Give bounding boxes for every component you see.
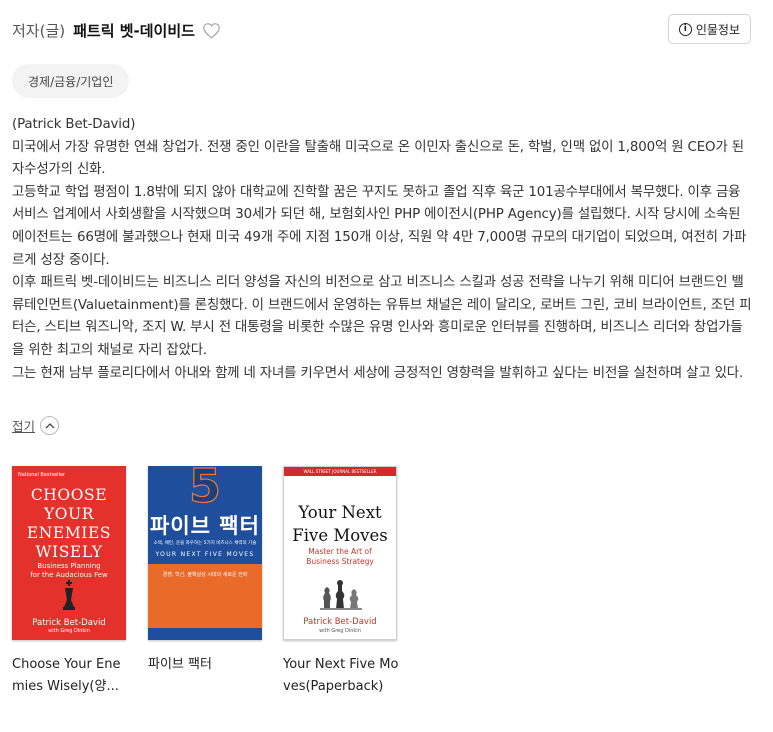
chevron-up-icon	[40, 416, 60, 435]
book-item[interactable]: National Bestseller CHOOSE YOUR ENEMIES …	[12, 466, 128, 698]
cover-title-line: YOUR	[43, 505, 95, 523]
chess-king-icon	[63, 580, 75, 610]
cover-title: CHOOSE YOUR ENEMIES WISELY	[12, 486, 126, 562]
cover-subtitle: Business Planning for the Audacious Few	[12, 562, 126, 580]
cover-coauthor: with Greg Dinkin	[319, 628, 361, 634]
book-title[interactable]: 파이브 팩터	[148, 654, 264, 676]
cover-badge: National Bestseller	[18, 472, 66, 478]
cover-title-line: Your Next	[298, 503, 382, 522]
bio-paragraph: 미국에서 가장 유명한 연쇄 창업가. 전쟁 중인 이란을 탈출해 미국으로 온…	[12, 139, 744, 178]
cover-number: 5	[188, 466, 221, 513]
cover-subtitle: Master the Art of Business Strategy	[284, 547, 396, 567]
cover-blurb: 경쟁, 혁신, 불확실성 시대의 새로운 전략	[162, 572, 248, 578]
cover-title-line: CHOOSE	[30, 486, 108, 504]
book-title[interactable]: Choose Your Enemies Wisely(양...	[12, 654, 128, 698]
book-title[interactable]: Your Next Five Moves(Paperback)	[283, 654, 399, 698]
bio-paragraph: 그는 현재 남부 플로리다에서 아내와 함께 네 자녀를 키우면서 세상에 긍정…	[12, 365, 744, 381]
author-header: 저자(글) 패트릭 벳-데이비드 i 인물정보	[12, 14, 751, 46]
chess-pieces-icon	[320, 580, 362, 610]
cover-title: 파이브 팩터	[150, 514, 260, 538]
category-tag[interactable]: 경제/금융/기업인	[12, 64, 130, 98]
cover-coauthor: with Greg Dinkin	[48, 628, 90, 634]
author-role: 저자(글)	[12, 21, 66, 40]
person-info-label: 인물정보	[695, 22, 740, 37]
book-cover[interactable]: 5 파이브 팩터 소택, 패턴, 운을 좌우하는 5가지 비즈니스 체력의 기술…	[148, 466, 262, 640]
cover-subtitle-line: Business Planning	[37, 562, 101, 570]
cover-subtitle-line: Business Strategy	[306, 557, 374, 566]
person-info-button[interactable]: i 인물정보	[667, 14, 751, 44]
cover-title-line: WISELY	[35, 543, 103, 561]
book-cover[interactable]: WALL STREET JOURNAL BESTSELLER Your Next…	[283, 466, 397, 640]
cover-title: Your Next Five Moves	[284, 501, 396, 547]
cover-title-en: YOUR NEXT FIVE MOVES	[155, 551, 255, 558]
bio-paragraph: (Patrick Bet-David)	[12, 117, 136, 132]
book-item[interactable]: WALL STREET JOURNAL BESTSELLER Your Next…	[283, 466, 399, 698]
cover-band: 경쟁, 혁신, 불확실성 시대의 새로운 전략	[148, 564, 262, 628]
cover-author: Patrick Bet-David	[32, 618, 106, 628]
cover-title-line: Five Moves	[292, 526, 388, 545]
cover-banner: WALL STREET JOURNAL BESTSELLER	[284, 467, 396, 476]
bio-paragraph: 이후 패트릭 벳-데이비드는 비즈니스 리더 양성을 자신의 비전으로 삼고 비…	[12, 275, 752, 358]
book-cover[interactable]: National Bestseller CHOOSE YOUR ENEMIES …	[12, 466, 126, 640]
heart-outline-icon[interactable]	[202, 22, 221, 39]
book-item[interactable]: 5 파이브 팩터 소택, 패턴, 운을 좌우하는 5가지 비즈니스 체력의 기술…	[148, 466, 264, 676]
cover-subtitle-line: for the Audacious Few	[30, 571, 108, 579]
author-name: 패트릭 벳-데이비드	[73, 21, 195, 40]
cover-author: Patrick Bet-David	[303, 617, 377, 627]
author-bio: (Patrick Bet-David) 미국에서 가장 유명한 연쇄 창업가. …	[12, 114, 752, 385]
bio-paragraph: 고등학교 학업 평점이 1.8밖에 되지 않아 대학교에 진학할 꿈은 꾸지도 …	[12, 184, 747, 268]
info-circle-icon: i	[678, 22, 692, 36]
cover-title-line: ENEMIES	[26, 524, 112, 542]
collapse-label: 접기	[12, 419, 36, 434]
cover-subtitle-line: Master the Art of	[308, 547, 372, 556]
collapse-toggle[interactable]: 접기	[12, 416, 60, 435]
cover-tagline: 소택, 패턴, 운을 좌우하는 5가지 비즈니스 체력의 기술	[153, 541, 257, 546]
